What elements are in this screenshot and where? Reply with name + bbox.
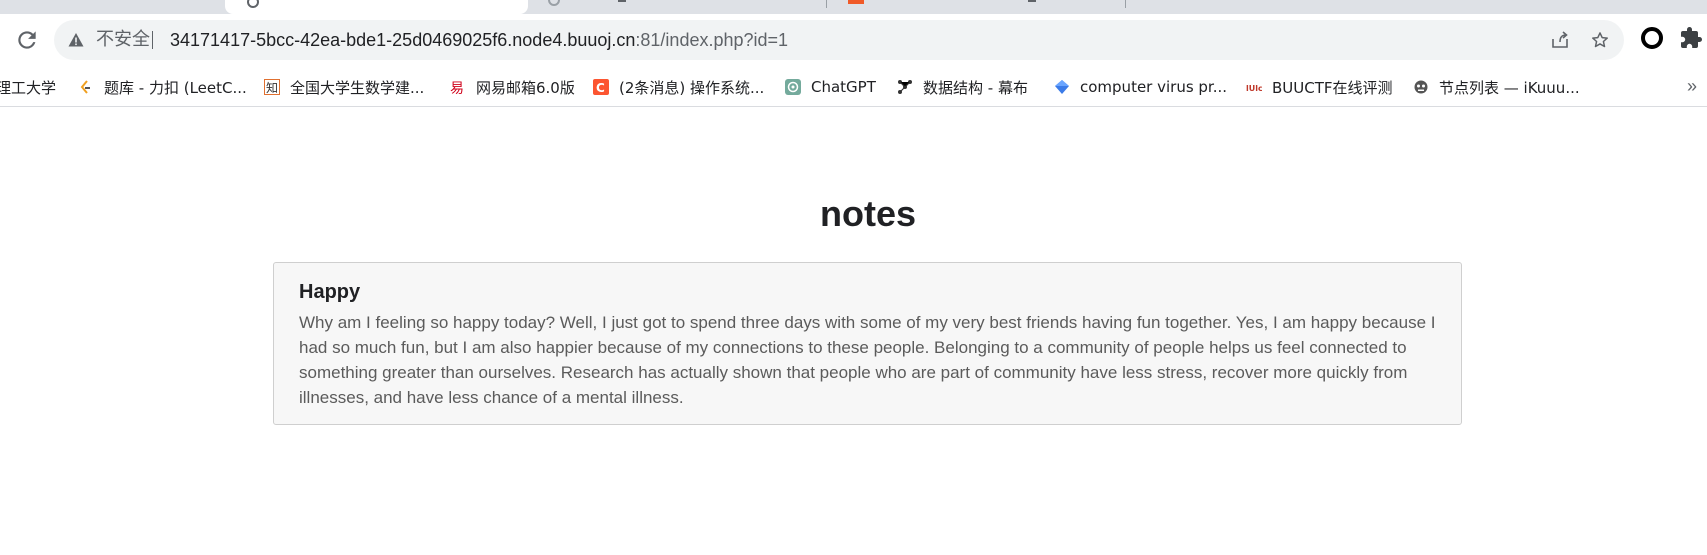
bookmark-item[interactable]: 题库 - 力扣 (LeetC... xyxy=(78,77,247,97)
tab-favicon-icon xyxy=(848,0,864,4)
bookmark-item[interactable]: 知 全国大学生数学建... xyxy=(264,77,424,97)
svg-text:知: 知 xyxy=(266,81,278,95)
note-title: Happy xyxy=(299,281,361,303)
page-content: notes Happy Why am I feeling so happy to… xyxy=(0,107,1707,555)
buuctf-icon: lUlc xyxy=(1246,79,1263,95)
security-label[interactable]: 不安全 xyxy=(96,30,150,50)
tab-active[interactable] xyxy=(225,0,528,14)
url-host: 34171417-5bcc-42ea-bde1-25d0469025f6.nod… xyxy=(170,30,636,50)
page-title: notes xyxy=(819,193,916,234)
tab-separator xyxy=(826,0,827,8)
diamond-icon xyxy=(1054,79,1070,95)
bookmark-item[interactable]: C (2条消息) 操作系统... xyxy=(593,77,764,97)
note-card: Happy Why am I feeling so happy today? W… xyxy=(273,262,1462,425)
bookmark-item[interactable]: lUlc BUUCTF在线评测 xyxy=(1246,77,1393,97)
bookmark-label: 题库 - 力扣 (LeetC... xyxy=(104,78,247,97)
tab-favicon-icon xyxy=(548,0,560,6)
bookmark-label: BUUCTF在线评测 xyxy=(1272,78,1393,97)
bookmarks-bar: 理工大学 题库 - 力扣 (LeetC... 知 全国大学生数学建... 易 网… xyxy=(0,68,1707,107)
bookmark-item[interactable]: 节点列表 — iKuuu... xyxy=(1413,77,1580,97)
bookmark-label: computer virus pr... xyxy=(1080,78,1228,96)
bookmark-item[interactable]: 易 网易邮箱6.0版 xyxy=(450,77,575,98)
chatgpt-icon xyxy=(785,79,801,95)
url-path: :81/index.php?id=1 xyxy=(635,30,789,50)
tab-title-fragment xyxy=(1028,0,1036,2)
note-body: Why am I feeling so happy today? Well, I… xyxy=(299,313,1436,407)
warning-icon[interactable] xyxy=(68,32,84,48)
bookmark-item[interactable]: 数据结构 - 幕布 xyxy=(897,77,1028,97)
bookmarks-overflow-icon[interactable]: » xyxy=(1687,76,1697,97)
bookmark-label: 网易邮箱6.0版 xyxy=(476,78,575,97)
security-separator xyxy=(152,31,153,49)
extensions-puzzle-icon[interactable] xyxy=(1679,26,1703,50)
bookmark-item[interactable]: computer virus pr... xyxy=(1054,77,1227,97)
tab-second[interactable] xyxy=(528,0,828,14)
address-bar[interactable]: 不安全 34171417-5bcc-42ea-bde1-25d0469025f6… xyxy=(54,20,1624,60)
tab-title-fragment xyxy=(618,0,626,2)
bookmark-label: 理工大学 xyxy=(0,78,57,97)
svg-text:易: 易 xyxy=(450,81,464,95)
bookmark-label: (2条消息) 操作系统... xyxy=(619,78,765,97)
tab-strip xyxy=(0,0,1707,14)
bookmark-star-icon[interactable] xyxy=(1590,30,1610,50)
bookmark-label: ChatGPT xyxy=(811,78,876,96)
reload-icon[interactable] xyxy=(14,27,40,53)
ikuuu-icon xyxy=(1413,79,1429,95)
bookmark-label: 节点列表 — iKuuu... xyxy=(1439,78,1580,97)
svg-text:lUlc: lUlc xyxy=(1246,84,1262,93)
bookmark-label: 全国大学生数学建... xyxy=(290,78,425,97)
bookmark-item[interactable]: 理工大学 xyxy=(0,77,56,97)
bookmark-item[interactable]: ChatGPT xyxy=(785,77,876,97)
tab-third[interactable] xyxy=(828,0,1128,14)
zhi-icon: 知 xyxy=(264,79,280,95)
csdn-icon: C xyxy=(593,79,609,95)
svg-text:C: C xyxy=(596,81,605,95)
tab-favicon-icon xyxy=(247,0,259,8)
leetcode-icon xyxy=(78,79,94,95)
url-text[interactable]: 34171417-5bcc-42ea-bde1-25d0469025f6.nod… xyxy=(170,30,788,50)
extension-circle-icon[interactable] xyxy=(1640,26,1664,50)
netease-mail-icon: 易 xyxy=(450,79,466,97)
share-icon[interactable] xyxy=(1550,30,1570,50)
tab-separator xyxy=(1125,0,1126,8)
browser-toolbar: 不安全 34171417-5bcc-42ea-bde1-25d0469025f6… xyxy=(0,14,1707,68)
mubu-icon xyxy=(897,79,913,95)
bookmark-label: 数据结构 - 幕布 xyxy=(923,78,1028,97)
